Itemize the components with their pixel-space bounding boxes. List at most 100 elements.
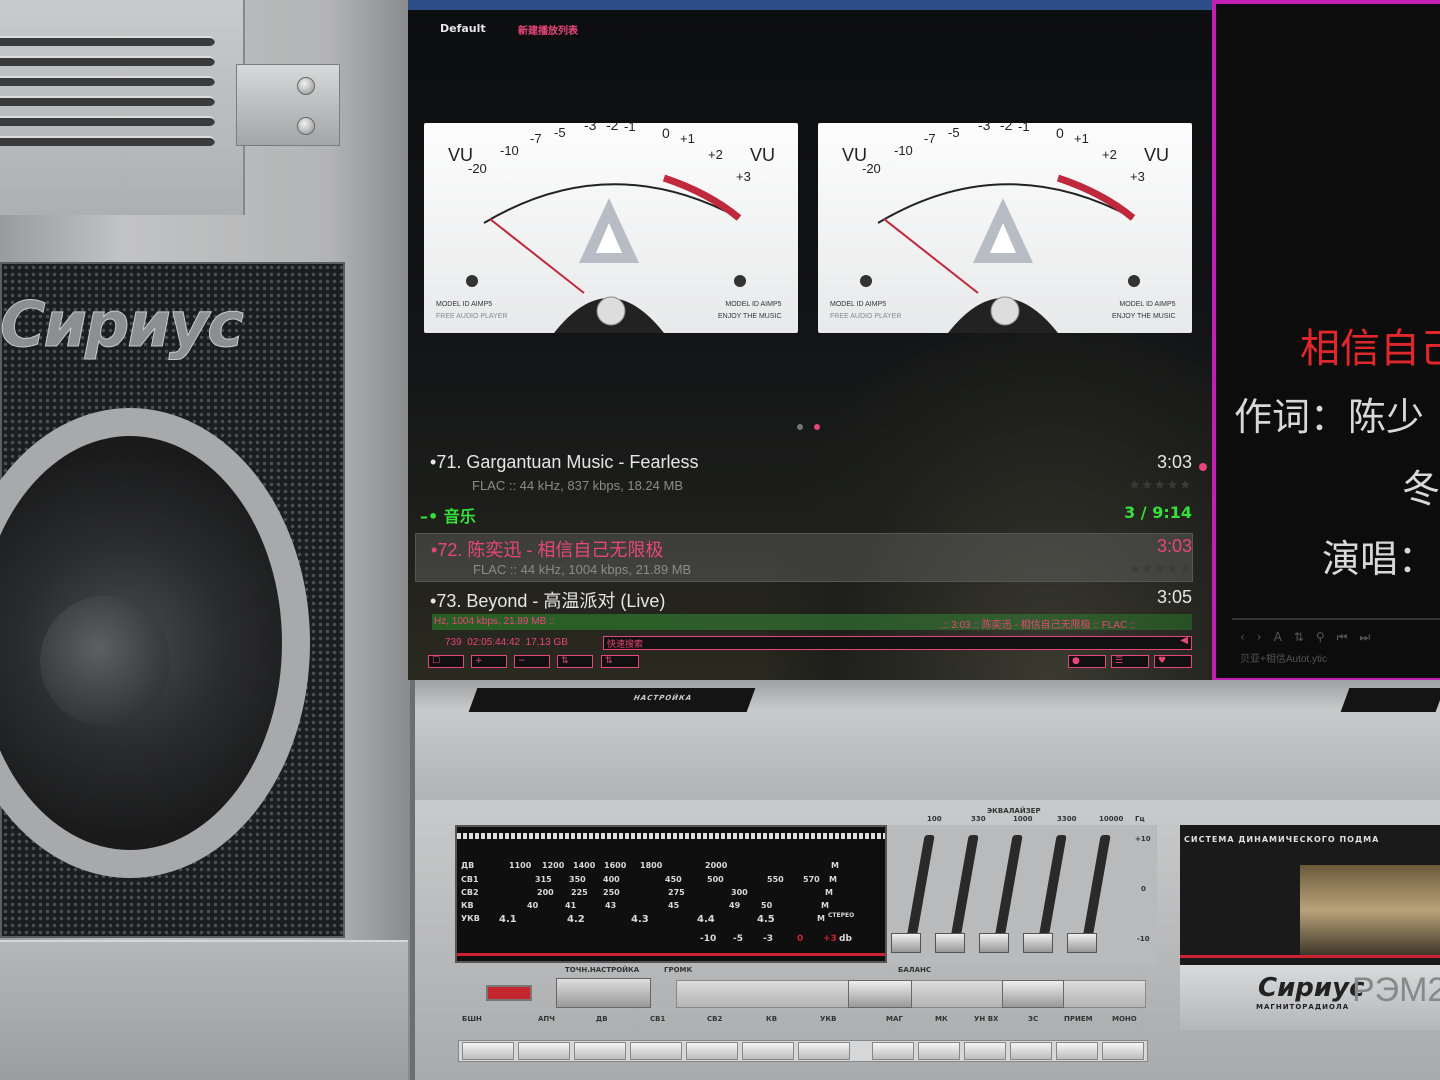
brand-subtitle: МАГНИТОРАДИОЛА xyxy=(1256,1003,1350,1011)
bolt-icon xyxy=(297,77,315,95)
vu-scale: +3 xyxy=(736,169,751,184)
remove-button[interactable]: − xyxy=(514,655,550,668)
eq-knob[interactable] xyxy=(979,933,1009,953)
vu-scale: -7 xyxy=(924,131,936,146)
vu-model-right: MODEL ID AIMP5 ENJOY THE MUSIC xyxy=(1112,301,1176,320)
eq-slider-330[interactable] xyxy=(949,835,979,945)
speaker-cone xyxy=(40,596,170,726)
page-dot[interactable] xyxy=(797,424,803,430)
key-mono[interactable] xyxy=(1102,1042,1144,1060)
lyric-line: 演唱： xyxy=(1322,537,1437,581)
vu-scale: -5 xyxy=(554,125,566,140)
vu-scale: -7 xyxy=(530,131,542,146)
favorite-button[interactable]: ♥ xyxy=(1154,655,1192,668)
vu-model-left: MODEL ID AIMP5 FREE AUDIO PLAYER xyxy=(830,301,902,320)
menu-button[interactable]: ☰ xyxy=(1111,655,1149,668)
brand-logo-right: Сириус xyxy=(1258,973,1365,1003)
vu-scale: -3 xyxy=(584,123,597,133)
model-label: РЭМ22 xyxy=(1352,971,1440,1009)
vu-scale: 0 xyxy=(662,125,670,141)
playlist-row[interactable]: •73. Beyond - 高温派对 (Live) 3:05 xyxy=(420,587,1192,613)
balance-slider[interactable] xyxy=(1002,980,1064,1008)
vu-scale: +1 xyxy=(680,131,695,146)
key-kv[interactable] xyxy=(742,1042,794,1060)
vu-screw-icon xyxy=(466,275,478,287)
key-un-vx[interactable] xyxy=(964,1042,1006,1060)
rating-stars[interactable]: ★★★★★ xyxy=(1129,478,1192,493)
eq-knob[interactable] xyxy=(1023,933,1053,953)
key-sv1[interactable] xyxy=(630,1042,682,1060)
tuning-plate: НАСТРОЙКА xyxy=(468,688,756,712)
tab-default[interactable]: Default xyxy=(440,22,486,35)
cassette-window xyxy=(1300,865,1440,955)
vu-screw-icon xyxy=(1128,275,1140,287)
equalizer-panel: ЭКВАЛАЙЗЕР 100 330 1000 3300 10000 Гц +1… xyxy=(887,807,1157,965)
key-mag[interactable] xyxy=(872,1042,914,1060)
heart-icon: ♥ xyxy=(1158,656,1167,666)
tape-stripe xyxy=(1180,955,1440,958)
left-top-panel xyxy=(0,0,245,215)
vu-label: VU xyxy=(1144,145,1170,165)
brand-plate: Сириус МАГНИТОРАДИОЛА РЭМ22 xyxy=(1180,965,1440,1030)
vu-scale: -20 xyxy=(862,161,881,176)
left-lower-panel xyxy=(0,940,408,1080)
key-ukv[interactable] xyxy=(798,1042,850,1060)
sort-button[interactable]: ⇅ xyxy=(557,655,593,668)
volume-label: ГРОМК xyxy=(664,966,693,974)
eq-knob[interactable] xyxy=(1067,933,1097,953)
volume-slider[interactable] xyxy=(848,980,912,1008)
key-dv[interactable] xyxy=(574,1042,626,1060)
waveform-info-right: .:: 3:03 :: 陈奕迅 - 相信自己无限极 :: FLAC :: xyxy=(940,620,1136,631)
rating-stars[interactable]: ★★★★★ xyxy=(1129,562,1192,577)
key-mk[interactable] xyxy=(918,1042,960,1060)
vu-model-left: MODEL ID AIMP5 FREE AUDIO PLAYER xyxy=(436,301,508,320)
eq-slider-10000[interactable] xyxy=(1081,835,1111,945)
eq-knob[interactable] xyxy=(891,933,921,953)
lyric-line-current: 相信自己 xyxy=(1300,326,1440,372)
vu-screw-icon xyxy=(860,275,872,287)
menu-icon: ☰ xyxy=(1115,656,1124,666)
misc-button[interactable]: ⇅ xyxy=(601,655,639,668)
tape-panel: СИСТЕМА ДИНАМИЧЕСКОГО ПОДМА xyxy=(1180,825,1440,965)
add-button[interactable]: + xyxy=(471,655,507,668)
playlist-row[interactable]: •71. Gargantuan Music - Fearless FLAC ::… xyxy=(420,452,1192,500)
eq-knob[interactable] xyxy=(935,933,965,953)
bolt-icon xyxy=(297,117,315,135)
page-dot-active[interactable] xyxy=(814,424,820,430)
fine-tuning-knob[interactable] xyxy=(556,978,651,1008)
vu-model-right: MODEL ID AIMP5 ENJOY THE MUSIC xyxy=(718,301,782,320)
eq-slider-3300[interactable] xyxy=(1037,835,1067,945)
key-sv2[interactable] xyxy=(686,1042,738,1060)
vu-meter-right: VU VU -20 -10 -7 -5 -3 -2 -1 0 +1 +2 +3 … xyxy=(818,123,1192,333)
track-meta: FLAC :: 44 kHz, 837 kbps, 18.24 MB xyxy=(472,478,683,493)
key-zs[interactable] xyxy=(1010,1042,1052,1060)
power-button[interactable] xyxy=(486,985,532,1001)
scroll-indicator[interactable] xyxy=(1199,463,1207,471)
tab-new-playlist[interactable]: 新建播放列表 xyxy=(518,22,578,37)
playlist-button[interactable]: ☐ xyxy=(428,655,464,668)
vu-scale: -3 xyxy=(978,123,991,133)
vu-scale: -1 xyxy=(624,123,636,134)
playlist-status: 739 02:05:44:42 17.13 GB xyxy=(445,637,568,648)
balance-label: БАЛАНС xyxy=(898,966,931,974)
waveform-info-left: Hz, 1004 kbps, 21.89 MB :: xyxy=(434,616,555,627)
vu-scale: -5 xyxy=(948,125,960,140)
key-bshn[interactable] xyxy=(462,1042,514,1060)
search-input[interactable]: 快速搜索 ◀ xyxy=(603,635,1192,650)
stereo-indicator: СТЕРЕО xyxy=(828,912,855,919)
handle-block xyxy=(236,64,340,146)
eq-slider-100[interactable] xyxy=(905,835,935,945)
track-duration: 3:03 xyxy=(1156,452,1192,472)
eq-slider-1000[interactable] xyxy=(993,835,1023,945)
record-button[interactable]: ● xyxy=(1068,655,1106,668)
lyric-toolbar[interactable]: ‹›A⇅⚲⏮⏭ xyxy=(1240,630,1382,645)
key-apch[interactable] xyxy=(518,1042,570,1060)
search-placeholder: 快速搜索 xyxy=(607,640,644,650)
key-priem[interactable] xyxy=(1056,1042,1098,1060)
playlist-row-playing[interactable]: •72. 陈奕迅 - 相信自己无限极 FLAC :: 44 kHz, 1004 … xyxy=(415,533,1193,582)
lyric-progress[interactable] xyxy=(1232,618,1440,620)
playlist-group-header[interactable]: –• 音乐 3 / 9:14 xyxy=(420,503,1192,529)
vu-scale: -2 xyxy=(1000,123,1013,133)
vu-scale: 0 xyxy=(1056,125,1064,141)
eq-title: ЭКВАЛАЙЗЕР xyxy=(987,807,1041,815)
